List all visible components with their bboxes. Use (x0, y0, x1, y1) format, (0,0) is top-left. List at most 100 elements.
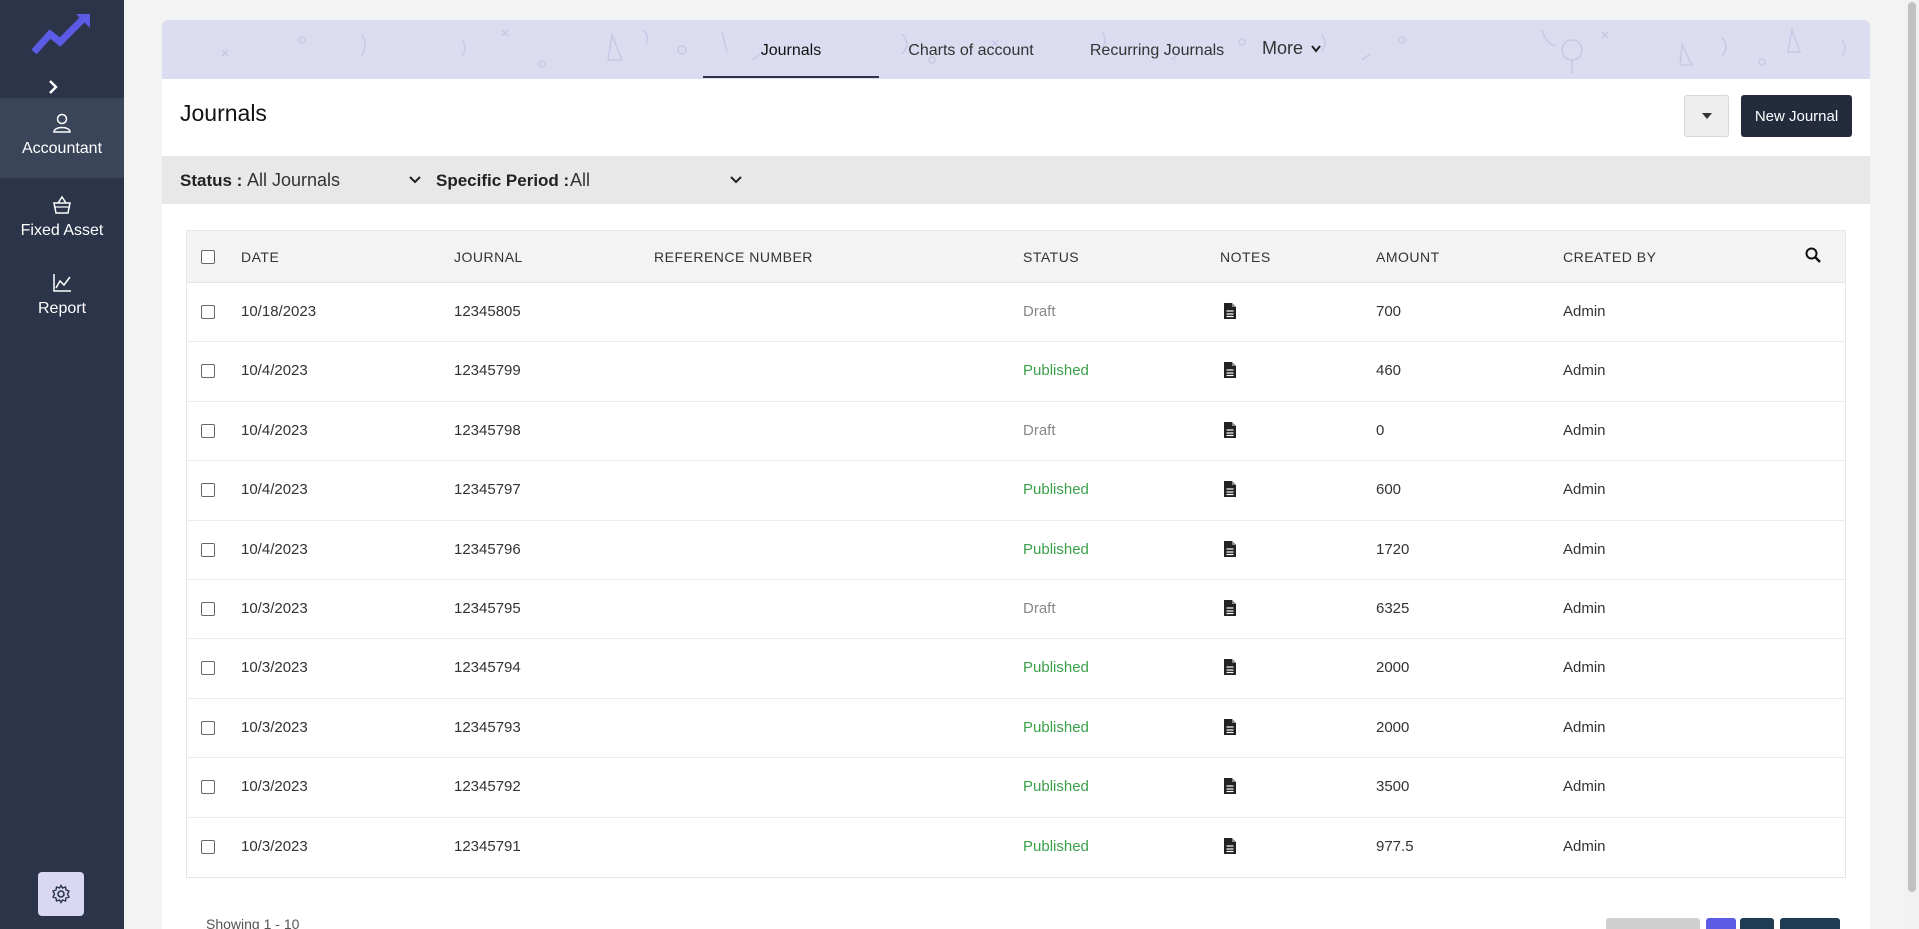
period-filter-select[interactable]: All (568, 164, 746, 196)
row-checkbox[interactable] (201, 364, 215, 379)
column-header-amount[interactable]: AMOUNT (1376, 249, 1440, 265)
row-checkbox[interactable] (201, 720, 215, 735)
column-header-created-by[interactable]: CREATED BY (1563, 249, 1656, 265)
notes-icon[interactable] (1223, 837, 1237, 854)
cell-journal[interactable]: 12345793 (454, 719, 521, 736)
cell-journal[interactable]: 12345792 (454, 778, 521, 795)
search-icon[interactable] (1805, 247, 1821, 263)
table-row[interactable]: 10/4/2023 12345797 Published 600 Admin (187, 461, 1845, 521)
notes-icon[interactable] (1223, 303, 1237, 319)
table-row[interactable]: 10/3/2023 12345793 Published 2000 Admin (187, 699, 1845, 759)
journals-table: DATE JOURNAL REFERENCE NUMBER STATUS NOT… (186, 230, 1846, 878)
notes-icon[interactable] (1223, 362, 1237, 379)
app-logo[interactable] (30, 12, 92, 58)
cell-journal[interactable]: 12345797 (454, 481, 521, 498)
tab-recurring-journals[interactable]: Recurring Journals (1067, 20, 1247, 78)
row-checkbox[interactable] (201, 661, 215, 676)
cell-date: 10/4/2023 (241, 540, 308, 558)
cell-amount: 6325 (1376, 599, 1410, 617)
cell-status: Published (1023, 481, 1089, 499)
table-row[interactable]: 10/3/2023 12345792 Published 3500 Admin (187, 758, 1845, 818)
column-header-reference[interactable]: REFERENCE NUMBER (654, 249, 813, 265)
table-row[interactable]: 10/4/2023 12345799 Published 460 Admin (187, 342, 1845, 402)
row-checkbox[interactable] (201, 423, 215, 438)
status-filter-select[interactable]: All Journals (245, 164, 425, 196)
previous-page-button[interactable] (1606, 918, 1700, 929)
cell-journal[interactable]: 12345795 (454, 600, 521, 617)
table-row[interactable]: 10/3/2023 12345791 Published 977.5 Admin (187, 818, 1845, 877)
column-header-journal[interactable]: JOURNAL (454, 249, 523, 265)
tab-label: More (1261, 38, 1303, 58)
column-header-status[interactable]: STATUS (1023, 249, 1079, 265)
sidebar-item-accountant[interactable]: Accountant (0, 98, 124, 178)
cell-journal[interactable]: 12345791 (454, 838, 521, 855)
notes-icon[interactable] (1223, 718, 1237, 735)
cell-created-by: Admin (1563, 362, 1606, 380)
page-button-current[interactable] (1706, 918, 1736, 929)
notes-icon[interactable] (1223, 599, 1237, 616)
cell-date: 10/3/2023 (241, 659, 308, 677)
settings-button[interactable] (38, 872, 84, 916)
cell-date: 10/4/2023 (241, 362, 308, 380)
column-header-notes[interactable]: NOTES (1220, 249, 1271, 265)
row-checkbox[interactable] (201, 601, 215, 616)
table-row[interactable]: 10/4/2023 12345796 Published 1720 Admin (187, 521, 1845, 580)
next-page-button[interactable] (1780, 918, 1840, 929)
cell-status: Published (1023, 362, 1089, 380)
table-row[interactable]: 10/18/2023 12345805 Draft 700 Admin (187, 283, 1845, 343)
page-button[interactable] (1740, 918, 1774, 929)
column-header-date[interactable]: DATE (241, 249, 279, 265)
cell-status: Published (1023, 540, 1089, 558)
sidebar-item-fixed-asset[interactable]: Fixed Asset (0, 180, 124, 260)
table-row[interactable]: 10/4/2023 12345798 Draft 0 Admin (187, 402, 1845, 462)
scrollbar-thumb[interactable] (1908, 2, 1916, 892)
cell-status: Draft (1023, 303, 1056, 320)
tab-label: Charts of account (908, 42, 1034, 59)
cell-journal[interactable]: 12345796 (454, 541, 521, 558)
chevron-down-icon (1311, 45, 1321, 53)
table-header: DATE JOURNAL REFERENCE NUMBER STATUS NOT… (187, 231, 1845, 283)
cell-amount: 700 (1376, 303, 1402, 320)
row-checkbox[interactable] (201, 483, 215, 498)
table-row[interactable]: 10/3/2023 12345795 Draft 6325 Admin (187, 580, 1845, 640)
cell-created-by: Admin (1563, 481, 1606, 499)
new-journal-button[interactable]: New Journal (1741, 95, 1852, 137)
row-checkbox[interactable] (201, 305, 215, 319)
cell-journal[interactable]: 12345798 (454, 422, 521, 439)
notes-icon[interactable] (1223, 481, 1237, 498)
page-scrollbar[interactable] (1905, 0, 1919, 929)
period-filter-label: Specific Period : (436, 171, 570, 190)
tab-journals[interactable]: Journals (703, 20, 879, 78)
notes-icon[interactable] (1223, 778, 1237, 795)
notes-icon[interactable] (1223, 421, 1237, 438)
cell-amount: 2000 (1376, 718, 1410, 736)
chevron-down-icon (409, 176, 421, 184)
cell-status: Published (1023, 718, 1089, 736)
cell-status: Draft (1023, 599, 1056, 617)
notes-icon[interactable] (1223, 540, 1237, 557)
tab-more[interactable]: More (1252, 20, 1332, 78)
cell-journal[interactable]: 12345794 (454, 659, 521, 676)
row-checkbox[interactable] (201, 839, 215, 854)
tab-charts-of-account[interactable]: Charts of account (891, 20, 1051, 78)
row-checkbox[interactable] (201, 780, 215, 795)
cell-date: 10/3/2023 (241, 778, 308, 796)
cell-date: 10/4/2023 (241, 421, 308, 439)
cell-created-by: Admin (1563, 778, 1606, 796)
table-row[interactable]: 10/3/2023 12345794 Published 2000 Admin (187, 639, 1845, 699)
user-icon (53, 113, 71, 133)
notes-icon[interactable] (1223, 659, 1237, 676)
basket-icon (53, 195, 71, 214)
chevron-right-icon[interactable] (44, 78, 62, 96)
cell-created-by: Admin (1563, 718, 1606, 736)
select-all-checkbox[interactable] (201, 250, 215, 264)
cell-created-by: Admin (1563, 303, 1606, 320)
options-dropdown-button[interactable] (1684, 95, 1729, 137)
cell-journal[interactable]: 12345799 (454, 362, 521, 379)
sidebar-item-report[interactable]: Report (0, 258, 124, 338)
row-checkbox[interactable] (201, 542, 215, 557)
pagination-summary: Showing 1 - 10 (206, 916, 300, 929)
cell-journal[interactable]: 12345805 (454, 303, 521, 320)
cell-date: 10/3/2023 (241, 599, 308, 617)
cell-amount: 1720 (1376, 540, 1410, 558)
